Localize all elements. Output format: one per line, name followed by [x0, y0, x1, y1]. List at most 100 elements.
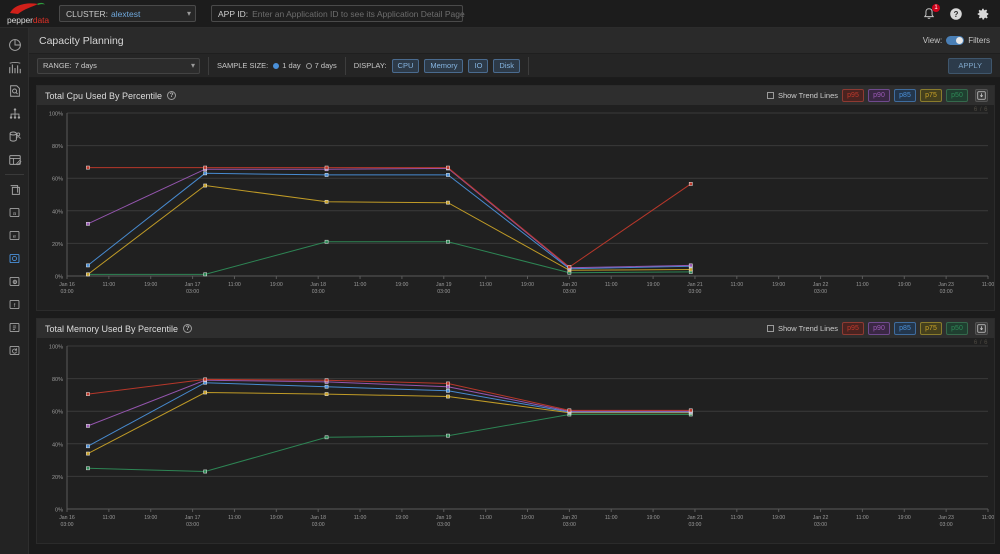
- svg-text:100%: 100%: [49, 345, 63, 351]
- sample-size-group: SAMPLE SIZE: 1 day 7 days: [217, 61, 337, 70]
- legend-button-p50[interactable]: p50: [946, 89, 968, 102]
- display-button-disk[interactable]: Disk: [493, 59, 520, 73]
- cpu-line-chart[interactable]: 0%20%40%60%80%100%Jan 1603:0011:0019:00J…: [37, 105, 994, 310]
- svg-text:11:00: 11:00: [731, 515, 744, 521]
- sample-option-1day[interactable]: 1 day: [273, 61, 300, 70]
- sidebar-item-cluster-nodes[interactable]: [0, 102, 29, 125]
- svg-text:19:00: 19:00: [270, 515, 283, 521]
- range-select[interactable]: RANGE: 7 days ▾: [37, 58, 200, 74]
- radio-icon: [306, 63, 312, 69]
- sidebar-item-database-users[interactable]: [0, 125, 29, 148]
- svg-text:11:00: 11:00: [479, 515, 492, 521]
- svg-text:Jan 21: Jan 21: [687, 515, 703, 521]
- svg-text:Jan 17: Jan 17: [185, 282, 201, 288]
- svg-text:03:00: 03:00: [688, 289, 701, 295]
- chevron-down-icon: ▾: [191, 62, 195, 70]
- download-chart-icon[interactable]: [975, 89, 988, 102]
- sidebar-item-charts[interactable]: [0, 56, 29, 79]
- svg-text:Jan 18: Jan 18: [310, 515, 326, 521]
- svg-text:80%: 80%: [52, 144, 63, 150]
- panel-header: Total Memory Used By Percentile ? Show T…: [37, 319, 994, 338]
- filters-toggle[interactable]: [946, 36, 964, 45]
- panel-title: Total Memory Used By Percentile: [45, 324, 178, 334]
- legend-button-p90[interactable]: p90: [868, 322, 890, 335]
- display-button-memory[interactable]: Memory: [424, 59, 463, 73]
- cluster-label: CLUSTER:: [66, 9, 108, 19]
- sidebar-item-dashboard[interactable]: [0, 33, 29, 56]
- svg-text:19:00: 19:00: [772, 282, 785, 288]
- svg-text:19:00: 19:00: [395, 282, 408, 288]
- gear-icon[interactable]: [976, 7, 990, 21]
- svg-text:11:00: 11:00: [856, 515, 869, 521]
- legend-button-p75[interactable]: p75: [920, 89, 942, 102]
- filter-divider: [208, 57, 209, 75]
- logo-word-pepper: pepper: [7, 15, 33, 25]
- app-id-field[interactable]: APP ID: Enter an Application ID to see i…: [211, 5, 463, 22]
- chevron-down-icon: ▾: [187, 10, 191, 18]
- sample-size-label: SAMPLE SIZE:: [217, 61, 268, 70]
- svg-text:19:00: 19:00: [521, 282, 534, 288]
- legend-button-p95[interactable]: p95: [842, 322, 864, 335]
- svg-text:19:00: 19:00: [772, 515, 785, 521]
- bell-icon[interactable]: 1: [922, 7, 936, 21]
- svg-text:19:00: 19:00: [144, 282, 157, 288]
- svg-text:Jan 16: Jan 16: [59, 282, 75, 288]
- sidebar-item-refresh[interactable]: [0, 339, 29, 362]
- display-label: DISPLAY:: [354, 61, 387, 70]
- svg-text:e: e: [13, 234, 16, 240]
- logo-word-data: data: [33, 15, 49, 25]
- svg-text:03:00: 03:00: [688, 522, 701, 528]
- sidebar-item-report-search[interactable]: [0, 79, 29, 102]
- memory-line-chart[interactable]: 0%20%40%60%80%100%Jan 1603:0011:0019:00J…: [37, 338, 994, 543]
- svg-text:Jan 19: Jan 19: [436, 515, 452, 521]
- show-trend-lines-checkbox[interactable]: Show Trend Lines: [767, 324, 838, 333]
- sidebar-item-settings-circle[interactable]: [0, 270, 29, 293]
- svg-text:Jan 23: Jan 23: [938, 282, 954, 288]
- sidebar-item-document[interactable]: [0, 316, 29, 339]
- svg-text:11:00: 11:00: [856, 282, 869, 288]
- svg-text:0%: 0%: [55, 508, 63, 514]
- help-icon[interactable]: ?: [183, 324, 192, 333]
- sidebar-item-lock-a[interactable]: a: [0, 201, 29, 224]
- apply-button[interactable]: APPLY: [948, 58, 992, 74]
- toggle-knob: [956, 37, 963, 44]
- legend-button-p75[interactable]: p75: [920, 322, 942, 335]
- svg-text:11:00: 11:00: [354, 282, 367, 288]
- sidebar-item-lock-f[interactable]: f: [0, 293, 29, 316]
- svg-text:03:00: 03:00: [814, 289, 827, 295]
- download-chart-icon[interactable]: [975, 322, 988, 335]
- legend-button-p85[interactable]: p85: [894, 89, 916, 102]
- legend-button-p50[interactable]: p50: [946, 322, 968, 335]
- legend-button-p90[interactable]: p90: [868, 89, 890, 102]
- top-bar: pepperdata CLUSTER: alextest ▾ APP ID: E…: [0, 0, 1000, 28]
- svg-text:03:00: 03:00: [437, 289, 450, 295]
- svg-text:Jan 17: Jan 17: [185, 515, 201, 521]
- notification-badge: 1: [932, 4, 940, 12]
- sidebar-item-table-edit[interactable]: [0, 148, 29, 171]
- panel-total-cpu: Total Cpu Used By Percentile ? Show Tren…: [36, 85, 995, 311]
- display-button-io[interactable]: IO: [468, 59, 488, 73]
- pepperdata-logo[interactable]: pepperdata: [2, 0, 54, 28]
- sample-option-7days[interactable]: 7 days: [306, 61, 337, 70]
- svg-text:Jan 22: Jan 22: [813, 282, 829, 288]
- sidebar-item-cube[interactable]: [0, 178, 29, 201]
- legend: Show Trend Lines p95 p90 p85 p75 p50: [767, 322, 988, 335]
- legend-button-p85[interactable]: p85: [894, 322, 916, 335]
- svg-text:11:00: 11:00: [228, 515, 241, 521]
- cluster-select[interactable]: CLUSTER: alextest ▾: [59, 5, 196, 22]
- page-header: Capacity Planning View: Filters: [29, 28, 1000, 54]
- pepper-logo-icon: [8, 2, 48, 15]
- svg-text:Jan 23: Jan 23: [938, 515, 954, 521]
- show-trend-lines-checkbox[interactable]: Show Trend Lines: [767, 91, 838, 100]
- sidebar-item-capacity-planning[interactable]: [0, 247, 29, 270]
- legend-button-p95[interactable]: p95: [842, 89, 864, 102]
- logo-wordmark: pepperdata: [7, 15, 49, 25]
- filter-divider: [528, 57, 529, 75]
- sidebar-item-lock-e[interactable]: e: [0, 224, 29, 247]
- view-label: View:: [923, 36, 942, 45]
- help-icon[interactable]: ?: [167, 91, 176, 100]
- svg-text:11:00: 11:00: [228, 282, 241, 288]
- help-icon[interactable]: ?: [949, 7, 963, 21]
- display-button-cpu[interactable]: CPU: [392, 59, 420, 73]
- svg-text:19:00: 19:00: [395, 515, 408, 521]
